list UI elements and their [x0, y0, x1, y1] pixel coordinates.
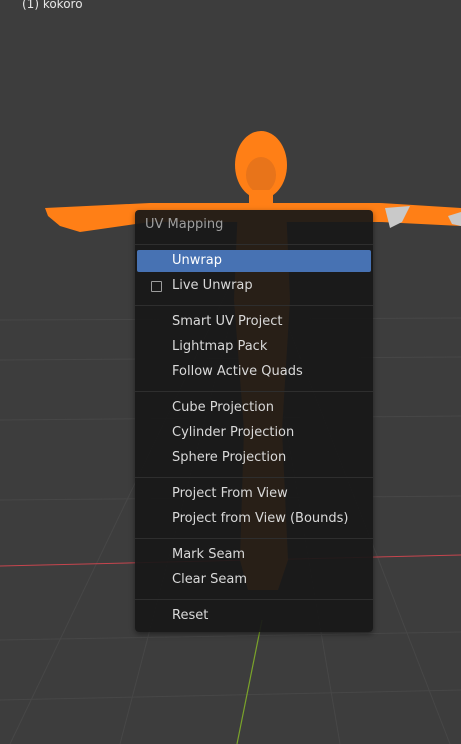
- menu-item-unwrap[interactable]: Unwrap: [137, 250, 371, 272]
- menu-separator: [135, 305, 373, 306]
- menu-item-reset[interactable]: Reset: [137, 605, 371, 627]
- menu-item-project-from-view[interactable]: Project From View: [137, 483, 371, 505]
- menu-item-label: Sphere Projection: [172, 450, 287, 465]
- menu-item-label: Cylinder Projection: [172, 425, 295, 440]
- menu-title: UV Mapping: [145, 217, 224, 232]
- menu-item-label: Reset: [172, 608, 209, 623]
- menu-item-label: Unwrap: [172, 253, 222, 268]
- menu-item-label: Clear Seam: [172, 572, 248, 587]
- menu-item-label: Follow Active Quads: [172, 364, 303, 379]
- menu-separator: [135, 599, 373, 600]
- menu-item-clear-seam[interactable]: Clear Seam: [137, 569, 371, 591]
- menu-item-smart-uv-project[interactable]: Smart UV Project: [137, 311, 371, 333]
- menu-separator: [135, 391, 373, 392]
- menu-item-project-from-view-bounds[interactable]: Project from View (Bounds): [137, 508, 371, 530]
- menu-item-live-unwrap[interactable]: Live Unwrap: [137, 275, 371, 297]
- menu-item-label: Mark Seam: [172, 547, 246, 562]
- menu-item-sphere-projection[interactable]: Sphere Projection: [137, 447, 371, 469]
- menu-separator: [135, 244, 373, 245]
- menu-item-cube-projection[interactable]: Cube Projection: [137, 397, 371, 419]
- menu-separator: [135, 538, 373, 539]
- menu-item-cylinder-projection[interactable]: Cylinder Projection: [137, 422, 371, 444]
- checkbox-icon[interactable]: [151, 281, 162, 292]
- y-axis-line: [236, 619, 263, 744]
- menu-item-label: Smart UV Project: [172, 314, 283, 329]
- object-name-label: (1) kokoro: [22, 0, 83, 11]
- menu-item-label: Project from View (Bounds): [172, 511, 349, 526]
- menu-item-label: Cube Projection: [172, 400, 274, 415]
- menu-item-mark-seam[interactable]: Mark Seam: [137, 544, 371, 566]
- uv-mapping-menu: UV Mapping Unwrap Live Unwrap Smart UV P…: [135, 210, 373, 632]
- menu-item-label: Project From View: [172, 486, 288, 501]
- menu-separator: [135, 477, 373, 478]
- menu-item-label: Live Unwrap: [172, 278, 253, 293]
- menu-item-lightmap-pack[interactable]: Lightmap Pack: [137, 336, 371, 358]
- menu-item-follow-active-quads[interactable]: Follow Active Quads: [137, 361, 371, 383]
- menu-item-label: Lightmap Pack: [172, 339, 268, 354]
